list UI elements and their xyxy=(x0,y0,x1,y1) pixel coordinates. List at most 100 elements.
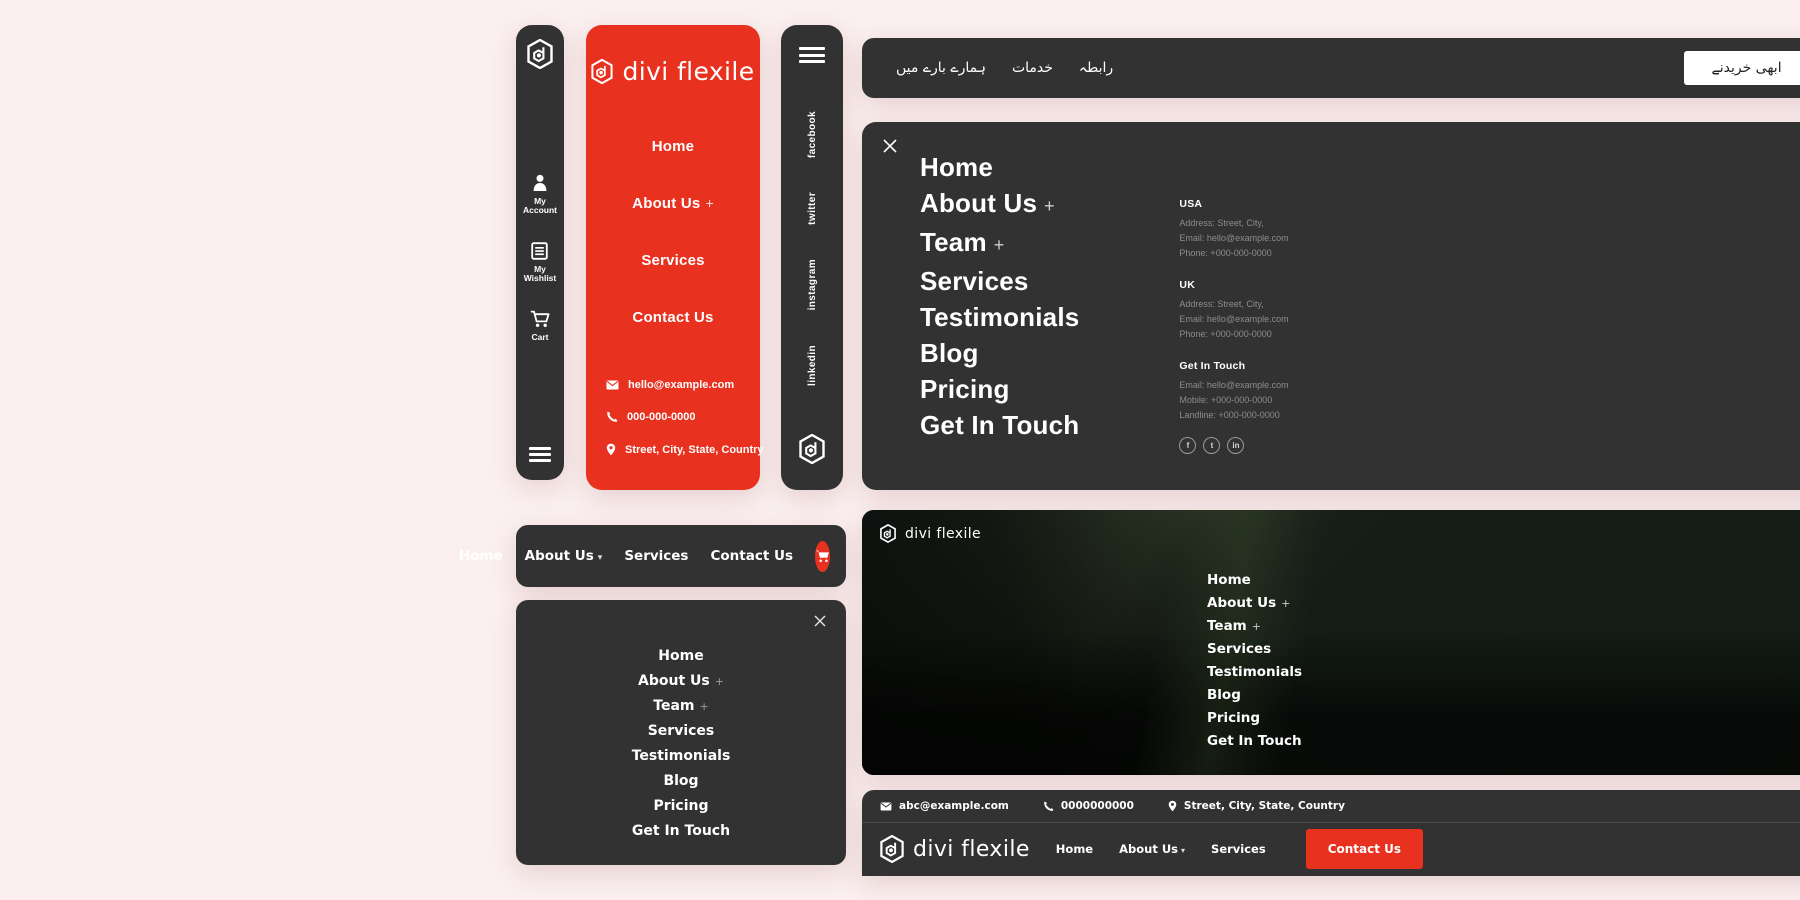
menu-item-services[interactable]: Services xyxy=(920,264,1079,298)
social-link-linkedin[interactable]: linkedin xyxy=(807,345,818,386)
footer-header-bar: abc@example.com 0000000000 Street, City,… xyxy=(862,790,1800,876)
menu-item-home[interactable]: Home xyxy=(920,150,1079,184)
image-menu-logo[interactable]: divi flexile xyxy=(880,524,981,543)
dropdown-item-pricing[interactable]: Pricing xyxy=(653,798,708,814)
submenu-plus-icon: + xyxy=(699,700,709,713)
rail-item-my-wishlist[interactable]: My Wishlist xyxy=(523,242,557,284)
fullscreen-menu-info-columns: USA Address: Street, City, Email: hello@… xyxy=(1179,150,1329,490)
rtl-nav-item-services[interactable]: خدمات xyxy=(1012,60,1053,76)
nav-item-about-us[interactable]: About Us + xyxy=(632,195,714,212)
dropdown-item-team[interactable]: Team + xyxy=(653,698,708,714)
social-link-instagram[interactable]: instagram xyxy=(807,259,818,310)
rail-item-my-account[interactable]: My Account xyxy=(523,174,557,216)
red-card-contact-list: hello@example.com 000-000-0000 Street, C… xyxy=(586,379,764,456)
dropdown-item-home[interactable]: Home xyxy=(658,648,703,664)
info-line: Address: Street, City, xyxy=(1179,299,1264,309)
red-card-logo[interactable]: divi flexile xyxy=(591,57,754,86)
fullscreen-menu-nav: Home About Us + Team + Services Testimonia… xyxy=(920,150,1079,490)
info-line: Mobile: +000-000-0000 xyxy=(1179,395,1273,405)
centered-dropdown-menu: Home About Us + Team + Services Testimonia… xyxy=(516,600,846,865)
image-menu-item-about-us[interactable]: About Us + xyxy=(1207,595,1302,611)
dropdown-item-get-in-touch[interactable]: Get In Touch xyxy=(632,823,730,839)
footer-contact-email-text: abc@example.com xyxy=(899,800,1009,812)
navbar-item-services[interactable]: Services xyxy=(624,548,688,564)
footer-nav-item-home[interactable]: Home xyxy=(1056,842,1093,856)
close-icon[interactable] xyxy=(812,613,828,629)
map-pin-icon xyxy=(1168,800,1177,812)
rail-item-label: Cart xyxy=(531,331,549,342)
info-line: Phone: +000-000-0000 xyxy=(1179,329,1272,339)
footer-contact-email[interactable]: abc@example.com xyxy=(880,800,1009,812)
nav-item-contact-us[interactable]: Contact Us xyxy=(632,309,713,326)
image-menu-item-home[interactable]: Home xyxy=(1207,572,1302,588)
submenu-plus-icon: + xyxy=(705,195,714,211)
cart-button[interactable] xyxy=(815,540,830,572)
footer-nav-item-services[interactable]: Services xyxy=(1211,842,1266,856)
logo-wordmark: divi flexile xyxy=(622,57,755,86)
cart-icon xyxy=(815,549,830,563)
footer-logo[interactable]: divi flexile xyxy=(880,835,1030,863)
image-menu-item-testimonials[interactable]: Testimonials xyxy=(1207,664,1302,680)
rail-menu-button[interactable] xyxy=(529,447,551,462)
footer-nav-item-about-us[interactable]: About Us ▾ xyxy=(1119,842,1185,856)
red-menu-card: divi flexile Home About Us + Services Con… xyxy=(586,25,764,490)
mail-icon xyxy=(880,801,892,811)
navbar-item-contact-us[interactable]: Contact Us xyxy=(710,548,793,564)
rtl-nav-item-contact[interactable]: رابطہ xyxy=(1079,60,1113,76)
rail-logo[interactable] xyxy=(527,39,553,69)
chevron-down-icon: ▾ xyxy=(1181,846,1186,855)
navbar-item-about-us[interactable]: About Us ▾ xyxy=(525,548,603,564)
logo-wordmark: divi flexile xyxy=(913,836,1030,862)
rtl-buy-now-button[interactable]: ابھی خریدنے xyxy=(1683,51,1800,85)
footer-contact-phone[interactable]: 0000000000 xyxy=(1043,800,1134,812)
dropdown-item-testimonials[interactable]: Testimonials xyxy=(632,748,731,764)
twitter-icon[interactable]: t xyxy=(1203,437,1221,454)
dropdown-menu-nav: Home About Us + Team + Services Testimonia… xyxy=(516,600,846,839)
menu-item-blog[interactable]: Blog xyxy=(920,336,1079,370)
social-strip-logo[interactable] xyxy=(799,434,825,464)
close-icon[interactable] xyxy=(880,136,900,156)
dropdown-item-services[interactable]: Services xyxy=(648,723,715,739)
rtl-nav-item-about-us[interactable]: ہمارے بارے میں xyxy=(896,60,986,76)
image-menu-item-get-in-touch[interactable]: Get In Touch xyxy=(1207,733,1302,749)
social-strip-menu-button[interactable] xyxy=(799,47,825,63)
info-line: Phone: +000-000-0000 xyxy=(1179,248,1272,258)
footer-contact-address[interactable]: Street, City, State, Country xyxy=(1168,800,1345,812)
social-link-facebook[interactable]: facebook xyxy=(807,111,818,158)
image-menu-item-pricing[interactable]: Pricing xyxy=(1207,710,1302,726)
menu-item-testimonials[interactable]: Testimonials xyxy=(920,300,1079,334)
dropdown-item-about-us[interactable]: About Us + xyxy=(638,673,724,689)
menu-item-team[interactable]: Team + xyxy=(920,225,1079,262)
logo-wordmark: divi flexile xyxy=(905,525,982,542)
nav-item-services[interactable]: Services xyxy=(641,252,704,269)
dropdown-item-blog[interactable]: Blog xyxy=(663,773,698,789)
facebook-icon[interactable]: f xyxy=(1179,437,1197,454)
chevron-down-icon: ▾ xyxy=(597,553,603,563)
contact-address[interactable]: Street, City, State, Country xyxy=(606,443,764,456)
menu-item-pricing[interactable]: Pricing xyxy=(920,372,1079,406)
mountain-photo-background xyxy=(862,510,1800,775)
navbar-item-home[interactable]: Home xyxy=(459,548,503,564)
horizontal-navbar: Home About Us ▾ Services Contact Us xyxy=(459,525,846,587)
submenu-plus-icon: + xyxy=(993,235,1005,255)
contact-phone-text: 000-000-0000 xyxy=(627,411,696,423)
menu-item-about-us[interactable]: About Us + xyxy=(920,186,1079,223)
footer-contact-us-button[interactable]: Contact Us xyxy=(1305,829,1424,869)
image-menu-item-services[interactable]: Services xyxy=(1207,641,1302,657)
contact-email[interactable]: hello@example.com xyxy=(606,379,760,391)
linkedin-icon[interactable]: in xyxy=(1227,437,1245,454)
social-link-twitter[interactable]: twitter xyxy=(807,192,818,225)
info-line: Address: Street, City, xyxy=(1179,218,1264,228)
nav-item-home[interactable]: Home xyxy=(652,138,694,155)
phone-icon xyxy=(606,411,618,423)
rail-item-cart[interactable]: Cart xyxy=(530,310,550,343)
image-menu-item-team[interactable]: Team + xyxy=(1207,618,1302,634)
image-menu-item-blog[interactable]: Blog xyxy=(1207,687,1302,703)
contact-email-text: hello@example.com xyxy=(628,379,735,391)
menu-item-get-in-touch[interactable]: Get In Touch xyxy=(920,408,1079,442)
contact-phone[interactable]: 000-000-0000 xyxy=(606,411,760,423)
info-column-heading: Get In Touch xyxy=(1179,360,1246,372)
footer-contact-address-text: Street, City, State, Country xyxy=(1183,800,1345,812)
footer-contact-phone-text: 0000000000 xyxy=(1060,800,1134,812)
rail-item-label: My Wishlist xyxy=(523,263,557,284)
